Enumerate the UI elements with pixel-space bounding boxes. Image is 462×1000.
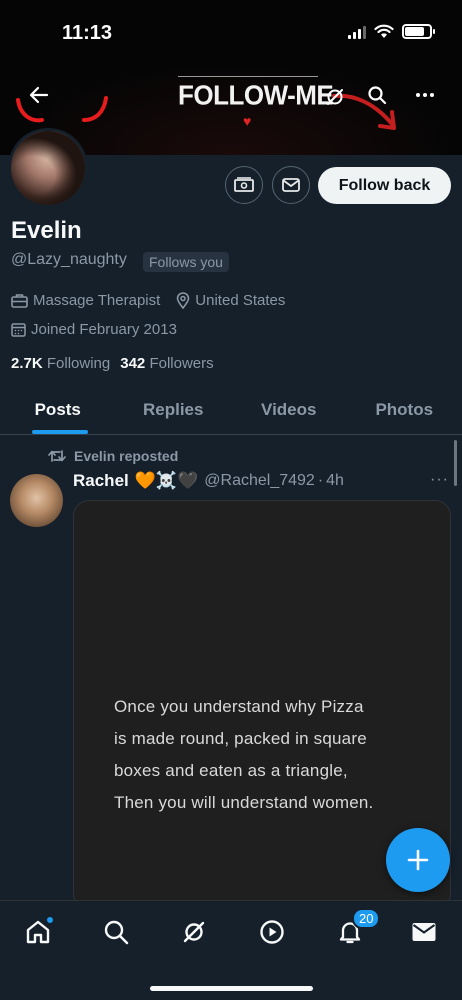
following-count: 2.7K xyxy=(11,355,43,372)
post-quote-text: Once you understand why Pizza is made ro… xyxy=(114,691,434,819)
tab-photos[interactable]: Photos xyxy=(347,385,462,434)
status-bar: 11:13 xyxy=(0,0,462,60)
briefcase-icon xyxy=(11,294,28,308)
location-pin-icon xyxy=(176,292,190,309)
tip-button[interactable] xyxy=(225,166,263,204)
search-icon xyxy=(104,920,129,945)
calendar-icon xyxy=(11,323,26,337)
quote-line: is made round, packed in square xyxy=(114,729,367,748)
envelope-icon xyxy=(282,178,300,192)
quote-line: boxes and eaten as a triangle, xyxy=(114,761,348,780)
more-options-button[interactable] xyxy=(408,78,442,112)
post-header: Rachel 🧡☠️🖤 @Rachel_7492 · 4h xyxy=(73,471,344,491)
location-text: United States xyxy=(195,292,286,309)
followers-link[interactable]: 342 Followers xyxy=(120,355,213,372)
profile-meta-row: Massage Therapist United States xyxy=(11,292,297,309)
battery-icon xyxy=(402,24,435,39)
cellular-signal-icon xyxy=(348,25,366,39)
post-separator: · xyxy=(317,472,324,489)
scrollbar[interactable] xyxy=(454,440,457,486)
repost-indicator: Evelin reposted xyxy=(48,448,178,464)
post-author-name[interactable]: Rachel xyxy=(73,471,129,491)
banner-heart-icon: ♥ xyxy=(243,113,252,129)
profession-text: Massage Therapist xyxy=(33,292,161,309)
follows-you-badge: Follows you xyxy=(143,252,229,272)
nav-home[interactable] xyxy=(22,916,54,948)
following-label: Following xyxy=(46,355,111,372)
profile-avatar[interactable] xyxy=(8,128,88,208)
back-button[interactable] xyxy=(22,78,56,112)
nav-videos[interactable] xyxy=(256,916,288,948)
post-author-handle[interactable]: @Rachel_7492 xyxy=(204,472,315,490)
wifi-icon xyxy=(374,24,394,38)
home-indicator[interactable] xyxy=(150,986,313,991)
quote-line: Then you will understand women. xyxy=(114,793,374,812)
search-button[interactable] xyxy=(360,78,394,112)
nav-search[interactable] xyxy=(100,916,132,948)
profile-display-name: Evelin xyxy=(11,217,82,244)
tab-posts[interactable]: Posts xyxy=(0,385,116,434)
compose-post-button[interactable] xyxy=(386,828,450,892)
repost-icon xyxy=(48,450,66,462)
post-author-avatar[interactable] xyxy=(10,474,63,527)
followers-count: 342 xyxy=(120,355,146,372)
profile-tabs: Posts Replies Videos Photos xyxy=(0,385,462,435)
post-time[interactable]: 4h xyxy=(326,472,344,490)
joined-text: Joined February 2013 xyxy=(31,321,177,338)
quote-line: Once you understand why Pizza xyxy=(114,697,364,716)
notifications-badge: 20 xyxy=(352,908,381,929)
play-circle-icon xyxy=(260,920,284,944)
envelope-icon xyxy=(412,923,436,941)
banner-line xyxy=(178,76,318,77)
follow-stats: 2.7K Following 342 Followers xyxy=(11,355,214,372)
joined-row: Joined February 2013 xyxy=(11,321,189,338)
post-more-button[interactable]: ··· xyxy=(430,471,449,489)
money-icon xyxy=(234,177,254,192)
profession-item: Massage Therapist xyxy=(11,292,160,309)
repost-label: Evelin reposted xyxy=(74,448,179,464)
nav-grok[interactable] xyxy=(178,916,210,948)
grok-icon xyxy=(327,89,343,105)
nav-notifications[interactable]: 20 xyxy=(334,908,381,948)
tab-replies[interactable]: Replies xyxy=(116,385,232,434)
joined-item: Joined February 2013 xyxy=(11,321,177,338)
status-icons xyxy=(348,24,435,39)
following-link[interactable]: 2.7K Following xyxy=(11,355,110,372)
more-horizontal-icon xyxy=(416,93,434,97)
profile-handle: @Lazy_naughty xyxy=(11,251,127,268)
bottom-navigation: 20 xyxy=(0,900,462,1000)
message-button[interactable] xyxy=(272,166,310,204)
search-icon xyxy=(368,86,387,105)
post-author-emojis: 🧡☠️🖤 xyxy=(134,471,199,490)
grok-icon xyxy=(183,921,205,943)
follow-back-button[interactable]: Follow back xyxy=(318,167,451,204)
location-item: United States xyxy=(176,292,285,309)
status-time: 11:13 xyxy=(62,22,113,44)
followers-label: Followers xyxy=(149,355,214,372)
home-notification-dot xyxy=(46,916,54,924)
arrow-left-icon xyxy=(29,86,49,104)
plus-icon xyxy=(407,849,429,871)
tab-videos[interactable]: Videos xyxy=(231,385,347,434)
banner-title: FOLLOW-ME xyxy=(178,79,334,111)
nav-messages[interactable] xyxy=(408,916,440,948)
grok-button[interactable] xyxy=(318,80,352,114)
